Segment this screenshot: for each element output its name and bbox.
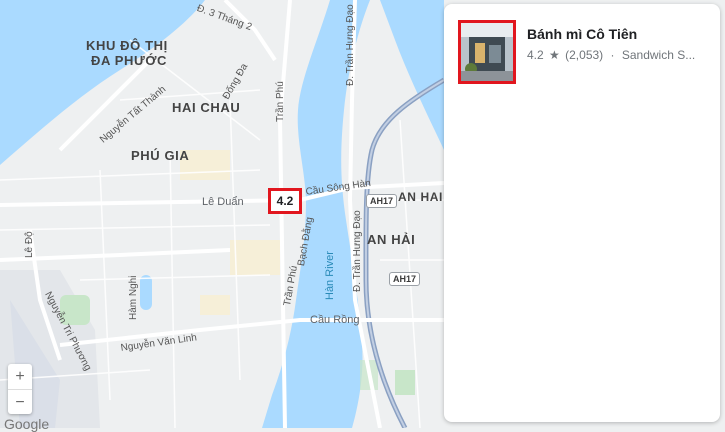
google-attribution: Google [4, 416, 50, 432]
area-label-da-phuoc: ĐA PHƯỚC [91, 53, 168, 68]
place-review-count: (2,053) [565, 48, 604, 62]
place-rating: 4.2 [527, 48, 544, 62]
zoom-in-button[interactable]: + [8, 364, 32, 390]
street-label-cau-rong: Cầu Rồng [310, 314, 360, 326]
area-label-khu-do-thi: KHU ĐÔ THỊ [86, 38, 168, 53]
highway-shield: AH17 [366, 194, 398, 208]
street-label-le-duan: Lê Duẩn [202, 196, 244, 208]
results-panel: Bánh mì Cô Tiên 4.2 ★ (2,053) · Sandwich… [444, 4, 720, 422]
zoom-out-button[interactable]: − [8, 390, 32, 415]
street-label-tran-hung-dao: Đ. Trần Hưng Đạo [352, 210, 363, 292]
area-label-an-hai: AN HẢI [367, 232, 416, 247]
star-icon: ★ [549, 48, 560, 62]
area-label-hai-chau: HAI CHAU [172, 100, 241, 115]
river-label: Hàn River [324, 251, 336, 300]
separator-dot: · [610, 48, 615, 62]
zoom-controls: + − [8, 364, 32, 414]
street-label-tran-phu-top: Trần Phú [275, 81, 286, 122]
place-thumbnail[interactable] [458, 20, 516, 84]
place-name[interactable]: Bánh mì Cô Tiên [527, 26, 637, 42]
area-label-an-hai-bac: AN HAI [398, 190, 443, 204]
area-label-phu-gia: PHÚ GIA [131, 148, 190, 163]
place-rating-pin[interactable]: 4.2 [268, 188, 302, 214]
street-label-tran-hung-dao-top: Đ. Trần Hưng Đạo [345, 4, 356, 86]
street-label-le-do: Lê Độ [24, 231, 35, 258]
highway-shield: AH17 [389, 272, 421, 286]
place-category: Sandwich S... [621, 48, 696, 62]
street-label-ham-nghi: Hàm Nghi [128, 275, 139, 320]
place-meta-row: 4.2 ★ (2,053) · Sandwich S... [527, 48, 712, 62]
